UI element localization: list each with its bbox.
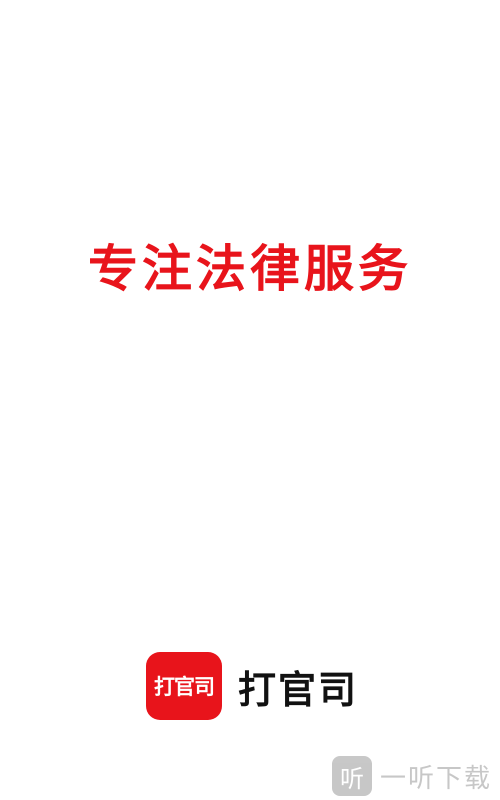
brand-logo: 打官司 打官司 — [146, 652, 358, 720]
watermark-text: 一听下载 — [379, 763, 492, 794]
app-icon: 打官司 — [146, 652, 222, 720]
app-icon-text: 打官司 — [154, 674, 215, 699]
watermark: 听 一听下载 — [331, 756, 492, 796]
watermark-badge-text: 听 — [339, 764, 364, 793]
watermark-icon: 听 — [331, 756, 372, 796]
slogan-text: 专注法律服务 — [88, 239, 412, 298]
app-name: 打官司 — [238, 666, 359, 712]
splash-screen: 专注法律服务 打官司 打官司 听 一听下载 — [0, 0, 500, 800]
